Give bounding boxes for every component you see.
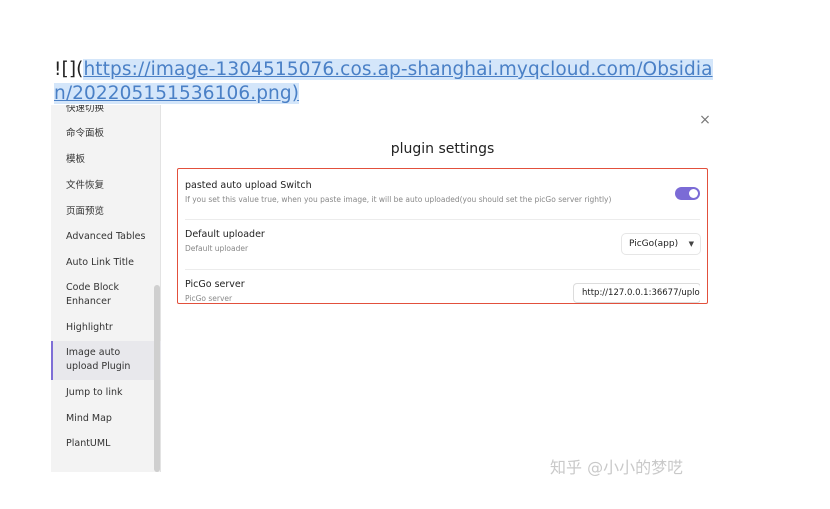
setting-description: If you set this value true, when you pas… — [185, 195, 612, 204]
sidebar-item-image-auto-upload[interactable]: Image auto upload Plugin — [51, 341, 161, 380]
sidebar-item-command-palette[interactable]: 命令面板 — [51, 127, 161, 141]
setting-row-paste-switch: pasted auto upload Switch If you set thi… — [185, 180, 700, 218]
sidebar-scroll-thumb[interactable] — [154, 285, 160, 472]
page-title: plugin settings — [390, 141, 495, 157]
sidebar-item-page-preview[interactable]: 页面预览 — [51, 205, 161, 219]
paste-upload-toggle[interactable] — [675, 187, 700, 200]
settings-sidebar: 快速切换 命令面板 模板 文件恢复 页面预览 Advanced Tables A… — [51, 105, 161, 472]
plugin-settings-group: pasted auto upload Switch If you set thi… — [177, 168, 708, 304]
settings-screenshot: 快速切换 命令面板 模板 文件恢复 页面预览 Advanced Tables A… — [51, 105, 718, 472]
sidebar-item-mind-map[interactable]: Mind Map — [51, 412, 161, 426]
sidebar-item-templates[interactable]: 模板 — [51, 153, 161, 167]
sidebar-item-highlightr[interactable]: Highlightr — [51, 321, 161, 335]
sidebar-item-jump-to-link[interactable]: Jump to link — [51, 386, 161, 400]
settings-main-panel: × plugin settings pasted auto upload Swi… — [167, 105, 718, 472]
markdown-image-link[interactable]: ![](https://image-1304515076.cos.ap-shan… — [54, 58, 719, 106]
sidebar-item-auto-link-title[interactable]: Auto Link Title — [51, 256, 161, 270]
setting-row-default-uploader: Default uploader Default uploader PicGo(… — [185, 219, 700, 269]
setting-name: pasted auto upload Switch — [185, 180, 312, 191]
sidebar-item-advanced-tables[interactable]: Advanced Tables — [51, 230, 161, 244]
close-icon[interactable]: × — [698, 113, 712, 127]
picgo-server-input[interactable] — [574, 284, 700, 302]
sidebar-item-plantuml[interactable]: PlantUML — [51, 437, 161, 451]
sidebar-item-file-recovery[interactable]: 文件恢复 — [51, 179, 161, 193]
default-uploader-select[interactable]: PicGo(app) ▼ — [622, 234, 700, 254]
watermark: 知乎 @小小的梦呓 — [550, 458, 684, 477]
sidebar-item-code-block-enhancer[interactable]: Code Block Enhancer — [51, 281, 149, 309]
chevron-down-icon: ▼ — [688, 240, 694, 248]
sidebar-scrollbar[interactable] — [154, 105, 160, 472]
setting-row-picgo-server: PicGo server PicGo server — [185, 269, 700, 303]
markdown-image-prefix: ![]( — [54, 59, 84, 80]
image-url-link[interactable]: https://image-1304515076.cos.ap-shanghai… — [54, 59, 713, 104]
toggle-knob — [689, 189, 698, 198]
select-value: PicGo(app) — [629, 239, 679, 249]
sidebar-item-quick-switcher[interactable]: 快速切换 — [51, 105, 161, 116]
